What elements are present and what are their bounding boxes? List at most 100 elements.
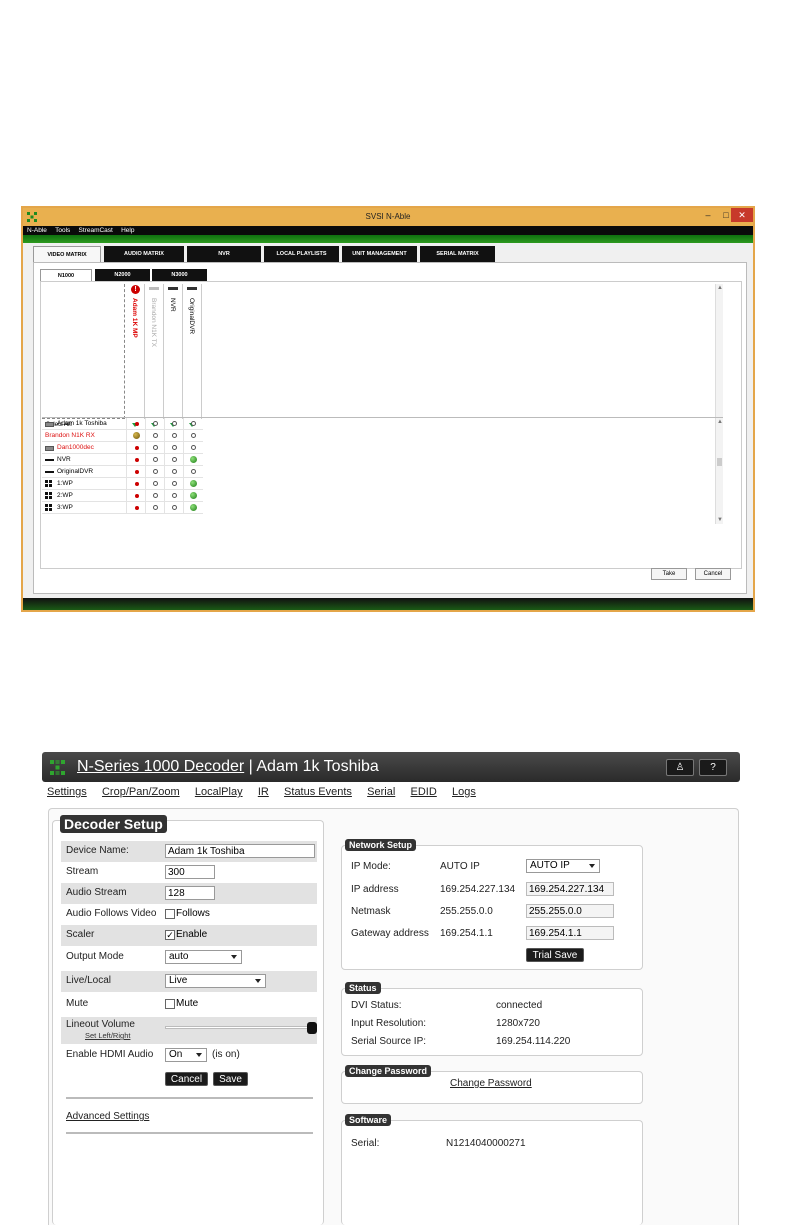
nav-localplay[interactable]: LocalPlay xyxy=(195,786,243,798)
list-item[interactable]: Brandon N1K RX xyxy=(42,430,203,442)
menu-nable[interactable]: N-Able xyxy=(27,227,47,234)
route-cell[interactable] xyxy=(164,478,183,490)
route-cell[interactable] xyxy=(164,466,183,478)
tab-unit-management[interactable]: UNIT MANAGEMENT xyxy=(342,246,417,262)
scroll-up-icon[interactable]: ▲ xyxy=(716,284,724,292)
header-scrollbar[interactable]: ▲ ▼ xyxy=(715,284,723,436)
route-cell[interactable] xyxy=(126,490,145,502)
take-button[interactable]: Take xyxy=(651,568,687,580)
netmask-input[interactable] xyxy=(526,904,614,918)
route-cell[interactable] xyxy=(126,478,145,490)
window-titlebar[interactable]: SVSI N-Able – □ ✕ xyxy=(23,208,753,226)
list-item[interactable]: 1:WP xyxy=(42,478,203,490)
nav-crop-pan-zoom[interactable]: Crop/Pan/Zoom xyxy=(102,786,180,798)
list-item[interactable]: NVR xyxy=(42,454,203,466)
tab-nvr[interactable]: NVR xyxy=(187,246,261,262)
tab-n2000[interactable]: N2000 xyxy=(95,269,150,281)
route-cell[interactable] xyxy=(183,430,202,442)
route-cell[interactable] xyxy=(145,454,164,466)
change-password-link[interactable]: Change Password xyxy=(450,1078,532,1089)
route-cell[interactable] xyxy=(164,442,183,454)
follows-checkbox[interactable] xyxy=(165,909,175,919)
product-link[interactable]: N-Series 1000 Decoder xyxy=(77,758,244,775)
cancel-button[interactable]: Cancel xyxy=(695,568,731,580)
route-cell[interactable] xyxy=(145,478,164,490)
trial-save-button[interactable]: Trial Save xyxy=(526,948,584,962)
scroll-thumb[interactable] xyxy=(717,458,722,466)
user-button[interactable]: ♙ xyxy=(666,759,694,776)
help-button[interactable]: ? xyxy=(699,759,727,776)
nav-logs[interactable]: Logs xyxy=(452,786,476,798)
menu-streamcast[interactable]: StreamCast xyxy=(79,227,113,234)
set-left-right-link[interactable]: Set Left/Right xyxy=(85,1031,130,1040)
advanced-settings-link[interactable]: Advanced Settings xyxy=(66,1111,149,1122)
route-cell[interactable] xyxy=(126,442,145,454)
audio-stream-input[interactable] xyxy=(165,886,215,900)
list-item[interactable]: Adam 1k Toshiba xyxy=(42,418,203,430)
output-mode-select[interactable]: auto xyxy=(165,950,242,964)
hdmi-audio-select[interactable]: On xyxy=(165,1048,207,1062)
route-cell[interactable] xyxy=(126,454,145,466)
lineout-volume-slider[interactable] xyxy=(165,1026,313,1029)
cancel-button[interactable]: Cancel xyxy=(165,1072,208,1086)
tab-local-playlists[interactable]: LOCAL PLAYLISTS xyxy=(264,246,339,262)
column-header[interactable]: NVR xyxy=(164,284,183,419)
tab-video-matrix[interactable]: VIDEO MATRIX xyxy=(33,246,101,262)
route-cell[interactable] xyxy=(164,490,183,502)
route-cell[interactable] xyxy=(126,466,145,478)
route-cell[interactable] xyxy=(183,490,202,502)
route-cell[interactable] xyxy=(126,502,145,514)
route-cell[interactable] xyxy=(164,454,183,466)
route-cell[interactable] xyxy=(145,502,164,514)
minimize-button[interactable]: – xyxy=(699,208,717,222)
route-cell[interactable] xyxy=(164,502,183,514)
route-cell[interactable] xyxy=(145,466,164,478)
save-button[interactable]: Save xyxy=(213,1072,248,1086)
nav-edid[interactable]: EDID xyxy=(411,786,437,798)
route-cell[interactable] xyxy=(145,418,164,430)
route-cell[interactable] xyxy=(164,418,183,430)
list-item[interactable]: 2:WP xyxy=(42,490,203,502)
route-cell[interactable] xyxy=(183,418,202,430)
tab-n3000[interactable]: N3000 xyxy=(152,269,207,281)
route-cell[interactable] xyxy=(183,454,202,466)
mute-checkbox[interactable] xyxy=(165,999,175,1009)
column-header[interactable]: OriginalDVR xyxy=(183,284,202,419)
nav-serial[interactable]: Serial xyxy=(367,786,395,798)
route-cell[interactable] xyxy=(145,430,164,442)
live-local-select[interactable]: Live xyxy=(165,974,266,988)
lineout-volume-thumb[interactable] xyxy=(307,1022,317,1034)
scroll-down-icon[interactable]: ▼ xyxy=(716,516,724,524)
ip-mode-select[interactable]: AUTO IP xyxy=(526,859,600,873)
close-button[interactable]: ✕ xyxy=(731,208,753,222)
list-item[interactable]: OriginalDVR xyxy=(42,466,203,478)
nav-status-events[interactable]: Status Events xyxy=(284,786,352,798)
scroll-up-icon[interactable]: ▲ xyxy=(716,418,724,426)
menu-help[interactable]: Help xyxy=(121,227,134,234)
rows-scrollbar[interactable]: ▲ ▼ xyxy=(715,418,723,524)
column-header[interactable]: Brandon N1K TX xyxy=(145,284,164,419)
list-item[interactable]: 3:WP xyxy=(42,502,203,514)
device-name-input[interactable] xyxy=(165,844,315,858)
tab-audio-matrix[interactable]: AUDIO MATRIX xyxy=(104,246,184,262)
column-header[interactable]: ! Adam 1K MP xyxy=(126,284,145,419)
stream-input[interactable] xyxy=(165,865,215,879)
list-item[interactable]: Dan1000dec xyxy=(42,442,203,454)
route-cell[interactable] xyxy=(183,442,202,454)
menu-tools[interactable]: Tools xyxy=(55,227,70,234)
nav-ir[interactable]: IR xyxy=(258,786,269,798)
gateway-input[interactable] xyxy=(526,926,614,940)
tab-n1000[interactable]: N1000 xyxy=(40,269,92,281)
route-cell[interactable] xyxy=(183,478,202,490)
route-cell[interactable] xyxy=(183,502,202,514)
scaler-checkbox[interactable]: ✓ xyxy=(165,930,175,940)
nav-settings[interactable]: Settings xyxy=(47,786,87,798)
tab-serial-matrix[interactable]: SERIAL MATRIX xyxy=(420,246,495,262)
route-cell[interactable] xyxy=(183,466,202,478)
route-cell[interactable] xyxy=(164,430,183,442)
ip-address-input[interactable] xyxy=(526,882,614,896)
route-cell[interactable] xyxy=(145,490,164,502)
route-cell[interactable] xyxy=(126,418,145,430)
route-cell[interactable] xyxy=(126,430,145,442)
route-cell[interactable] xyxy=(145,442,164,454)
